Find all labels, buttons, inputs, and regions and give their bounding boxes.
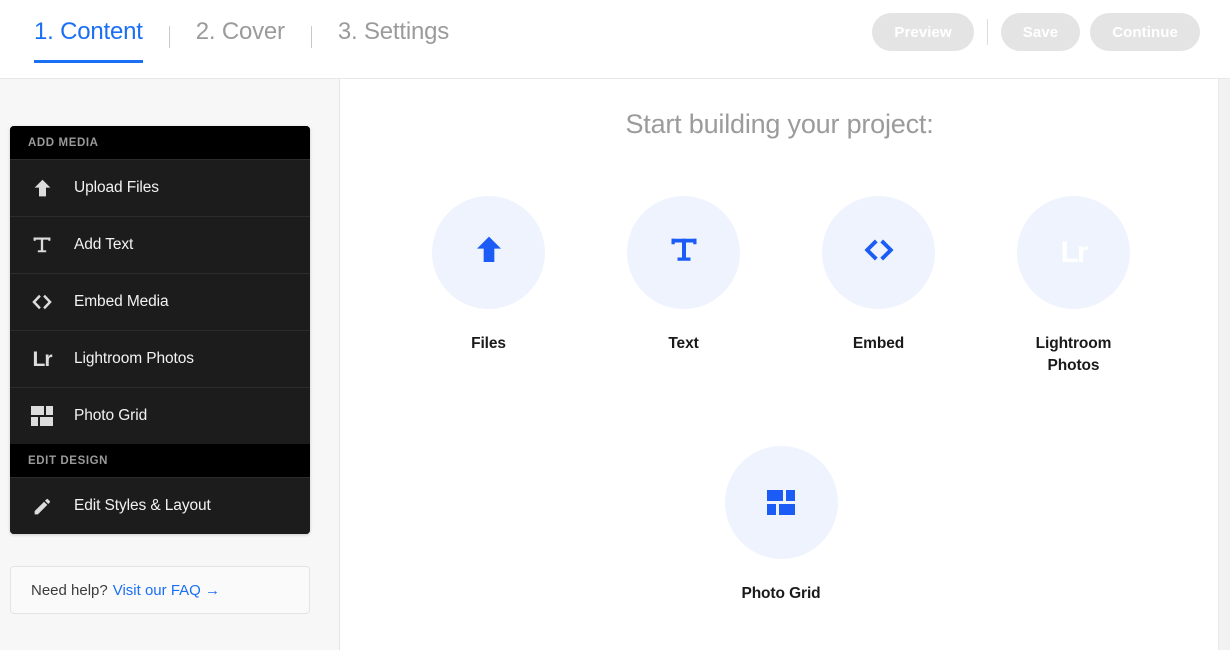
tile-files[interactable]: Files — [401, 196, 576, 377]
save-button[interactable]: Save — [1000, 13, 1081, 51]
tile-circle — [724, 446, 838, 559]
media-menu-card: ADD MEDIA Upload Files Add Text Embed Me… — [10, 126, 310, 534]
text-t-icon — [669, 235, 699, 270]
code-brackets-icon — [862, 238, 896, 267]
sidebar-item-label: Embed Media — [74, 293, 169, 310]
sidebar-item-edit-styles-layout[interactable]: Edit Styles & Layout — [10, 477, 310, 534]
pencil-icon — [10, 496, 74, 517]
lightroom-lr-icon: Lr — [32, 347, 53, 371]
tile-lightroom-photos[interactable]: Lr Lightroom Photos — [986, 196, 1161, 377]
section-header-edit-design: EDIT DESIGN — [10, 444, 310, 477]
code-brackets-icon — [10, 293, 74, 311]
section-header-add-media: ADD MEDIA — [10, 126, 310, 159]
tile-label: Lightroom Photos — [1036, 333, 1112, 377]
sidebar-item-label: Add Text — [74, 236, 134, 253]
upload-arrow-icon — [10, 178, 74, 199]
tile-label: Files — [471, 335, 506, 352]
lightroom-lr-icon: Lr — [1060, 235, 1089, 269]
sidebar-item-embed-media[interactable]: Embed Media — [10, 273, 310, 330]
tile-circle: Lr — [1017, 196, 1130, 309]
tab-content[interactable]: 1. Content — [34, 0, 143, 63]
action-separator — [986, 19, 988, 45]
tab-settings[interactable]: 3. Settings — [338, 0, 449, 46]
tile-embed[interactable]: Embed — [791, 196, 966, 377]
tile-circle — [822, 196, 935, 309]
continue-button[interactable]: Continue — [1090, 13, 1200, 51]
tile-photo-grid[interactable]: Photo Grid — [694, 446, 869, 605]
sidebar-item-label: Lightroom Photos — [74, 350, 194, 367]
tile-label: Embed — [852, 335, 905, 352]
photo-grid-icon — [10, 406, 74, 426]
help-text: Need help? — [31, 581, 108, 599]
sidebar-item-label: Photo Grid — [74, 407, 148, 424]
sidebar-item-label: Edit Styles & Layout — [74, 497, 211, 514]
help-box: Need help? Visit our FAQ → — [10, 566, 310, 614]
tab-cover[interactable]: 2. Cover — [196, 0, 285, 46]
text-t-icon — [10, 235, 74, 255]
vertical-scrollbar[interactable] — [1218, 79, 1230, 650]
tile-label-line2: Photos — [1047, 357, 1100, 374]
tile-row-primary: Files Text Embed Lr Lightroom Photos — [401, 196, 1161, 377]
sidebar-item-add-text[interactable]: Add Text — [10, 216, 310, 273]
preview-button[interactable]: Preview — [872, 13, 974, 51]
tile-label: Photo Grid — [741, 585, 821, 602]
top-bar: 1. Content 2. Cover 3. Settings Preview … — [0, 0, 1230, 79]
tile-text[interactable]: Text — [596, 196, 771, 377]
sidebar-item-label: Upload Files — [74, 179, 159, 196]
tile-circle — [432, 196, 545, 309]
tile-label: Text — [668, 335, 699, 352]
tile-row-secondary: Photo Grid — [401, 446, 1161, 605]
action-buttons: Preview Save Continue — [872, 13, 1200, 51]
page-title: Start building your project: — [625, 109, 934, 139]
tab-separator — [168, 26, 170, 48]
sidebar-item-lightroom-photos[interactable]: Lr Lightroom Photos — [10, 330, 310, 387]
main-content: Start building your project: Files Text … — [341, 79, 1218, 650]
faq-link[interactable]: Visit our FAQ → — [113, 582, 220, 599]
photo-grid-icon — [767, 490, 795, 515]
sidebar-item-photo-grid[interactable]: Photo Grid — [10, 387, 310, 444]
sidebar-item-upload-files[interactable]: Upload Files — [10, 159, 310, 216]
upload-arrow-icon — [473, 234, 505, 271]
tile-circle — [627, 196, 740, 309]
step-tabs: 1. Content 2. Cover 3. Settings — [34, 0, 449, 79]
left-panel: ADD MEDIA Upload Files Add Text Embed Me… — [0, 79, 340, 650]
tile-label-line1: Lightroom — [1035, 335, 1112, 352]
tab-separator — [310, 26, 312, 48]
